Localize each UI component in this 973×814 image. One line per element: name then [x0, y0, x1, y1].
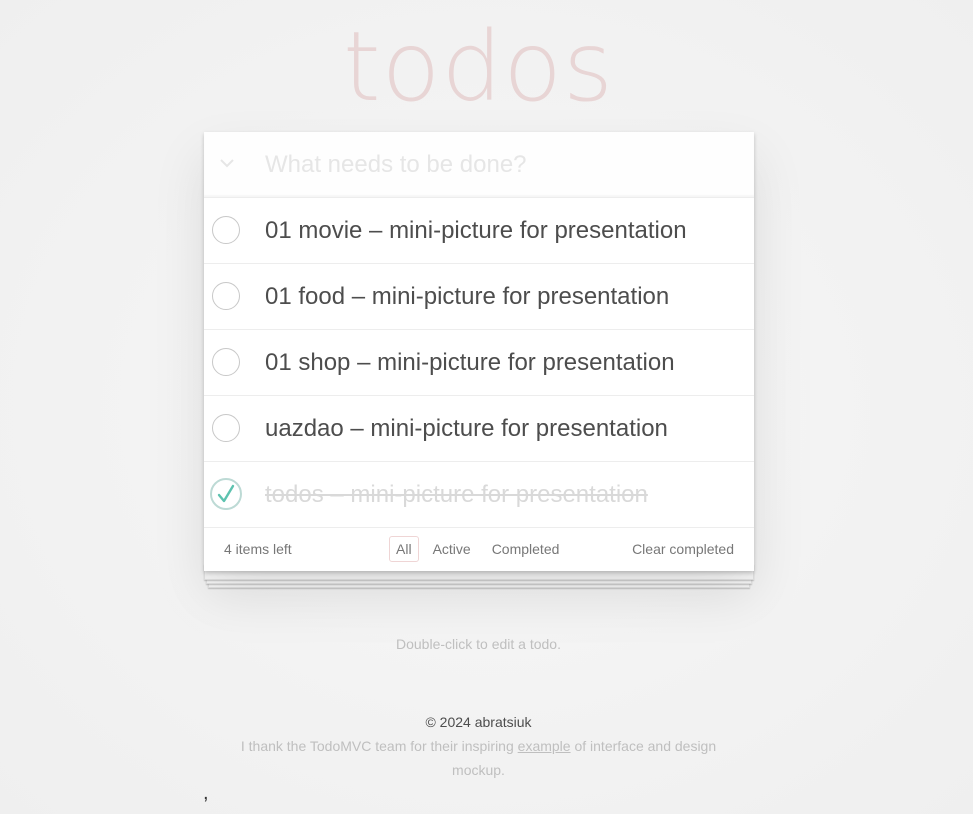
- todo-app: 01 movie – mini-picture for presentation…: [204, 132, 754, 571]
- todo-label[interactable]: 01 movie – mini-picture for presentation: [265, 198, 687, 263]
- todo-toggle-checkbox[interactable]: [212, 414, 240, 442]
- app-title: todos: [342, 11, 615, 123]
- example-link[interactable]: example: [518, 738, 571, 754]
- items-left-count: 4 items left: [224, 541, 292, 557]
- page: todos 01 movie – mini-picture for presen…: [0, 0, 973, 814]
- todo-toggle-checkbox[interactable]: [212, 282, 240, 310]
- checkmark-icon: [217, 484, 235, 503]
- todo-item[interactable]: 01 movie – mini-picture for presentation: [204, 198, 754, 264]
- todo-label[interactable]: 01 food – mini-picture for presentation: [265, 264, 669, 329]
- stray-comma: ,: [203, 782, 209, 804]
- new-todo-row: [204, 132, 754, 198]
- filters: All Active Completed: [389, 536, 569, 562]
- filter-completed[interactable]: Completed: [485, 536, 567, 562]
- todo-label[interactable]: 01 shop – mini-picture for presentation: [265, 330, 675, 395]
- thanks-text-before: I thank the TodoMVC team for their inspi…: [240, 738, 518, 754]
- todo-item[interactable]: uazdao – mini-picture for presentation: [204, 396, 754, 462]
- todo-item-completed[interactable]: todos – mini-picture for presentation: [204, 462, 754, 528]
- todo-toggle-checkbox[interactable]: [212, 348, 240, 376]
- clear-completed-button[interactable]: Clear completed: [632, 528, 734, 571]
- filter-all[interactable]: All: [389, 536, 419, 562]
- todo-label-completed[interactable]: todos – mini-picture for presentation: [265, 462, 648, 527]
- credits: © 2024 abratsiuk I thank the TodoMVC tea…: [230, 710, 727, 782]
- todo-label[interactable]: uazdao – mini-picture for presentation: [265, 396, 668, 461]
- todo-footer: 4 items left All Active Completed Clear …: [204, 528, 754, 571]
- todo-item[interactable]: 01 shop – mini-picture for presentation: [204, 330, 754, 396]
- filter-active[interactable]: Active: [426, 536, 478, 562]
- todo-toggle-checkbox[interactable]: [212, 216, 240, 244]
- new-todo-input[interactable]: [264, 132, 745, 197]
- todo-list: 01 movie – mini-picture for presentation…: [204, 198, 754, 528]
- chevron-down-icon[interactable]: [216, 152, 238, 174]
- edit-hint: Double-click to edit a todo.: [396, 636, 561, 652]
- todo-item[interactable]: 01 food – mini-picture for presentation: [204, 264, 754, 330]
- todo-toggle-checkbox-checked[interactable]: [210, 478, 242, 510]
- copyright-text: © 2024 abratsiuk: [425, 714, 532, 730]
